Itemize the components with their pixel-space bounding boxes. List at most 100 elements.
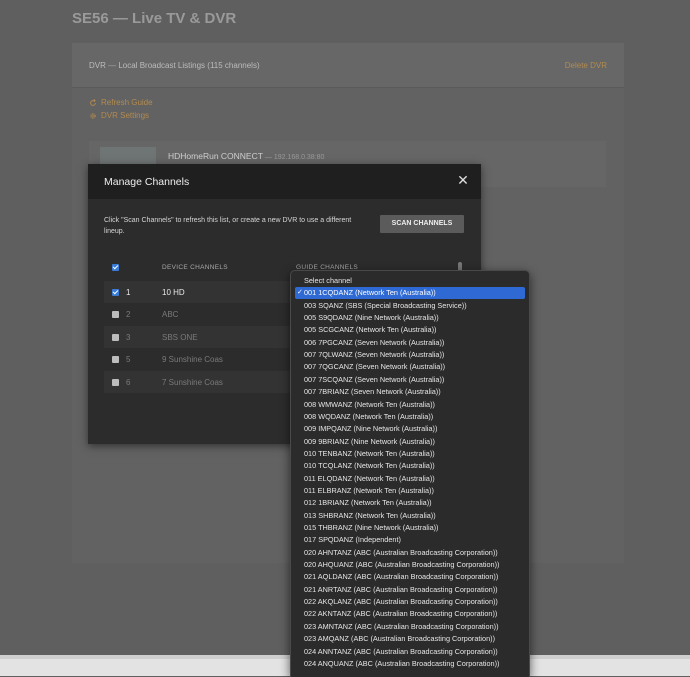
- device-name: HDHomeRun CONNECT — 192.168.0.38:80: [168, 151, 324, 161]
- channel-checkbox[interactable]: [112, 289, 119, 296]
- channel-number: 5: [126, 355, 131, 364]
- dropdown-option[interactable]: 020 AHNTANZ (ABC (Australian Broadcastin…: [295, 547, 525, 559]
- refresh-guide-link[interactable]: Refresh Guide: [89, 98, 153, 107]
- dropdown-option[interactable]: 023 AMNTANZ (ABC (Australian Broadcastin…: [295, 621, 525, 633]
- channel-checkbox[interactable]: [112, 379, 119, 386]
- dropdown-option-label: 007 7SCQANZ (Seven Network (Australia)): [304, 374, 445, 384]
- dropdown-option-label: 012 1BRIANZ (Network Ten (Australia)): [304, 498, 432, 508]
- dropdown-option-label: 024 ANQUANZ (ABC (Australian Broadcastin…: [304, 658, 500, 668]
- modal-description: Click "Scan Channels" to refresh this li…: [104, 217, 352, 235]
- dropdown-option-label: 021 ANRTANZ (ABC (Australian Broadcastin…: [304, 584, 498, 594]
- dvr-header-title: DVR — Local Broadcast Listings (115 chan…: [89, 61, 260, 70]
- channel-checkbox[interactable]: [112, 356, 119, 363]
- dropdown-option[interactable]: 011 ELQDANZ (Network Ten (Australia)): [295, 473, 525, 485]
- gear-icon: [90, 112, 96, 119]
- dropdown-option-label: 020 AHQUANZ (ABC (Australian Broadcastin…: [304, 560, 500, 570]
- refresh-icon: [90, 98, 96, 106]
- dropdown-option[interactable]: 011 ELBRANZ (Network Ten (Australia)): [295, 485, 525, 497]
- device-channels-header: DEVICE CHANNELS: [162, 264, 228, 271]
- dropdown-option-label: 024 ANNTANZ (ABC (Australian Broadcastin…: [304, 646, 498, 656]
- dropdown-option[interactable]: 010 TCQLANZ (Network Ten (Australia)): [295, 460, 525, 472]
- dvr-settings-link[interactable]: DVR Settings: [89, 111, 149, 120]
- dropdown-option-label: 023 AMNTANZ (ABC (Australian Broadcastin…: [304, 621, 499, 631]
- dropdown-option[interactable]: 007 7BRIANZ (Seven Network (Australia)): [295, 386, 525, 398]
- select-all-checkbox[interactable]: [112, 264, 119, 271]
- channel-number: 2: [126, 310, 131, 319]
- dropdown-option-label: 022 AKNTANZ (ABC (Australian Broadcastin…: [304, 609, 498, 619]
- channel-name: ABC: [162, 310, 179, 319]
- device-separator: —: [262, 154, 274, 161]
- dropdown-option[interactable]: 022 AKQLANZ (ABC (Australian Broadcastin…: [295, 596, 525, 608]
- dropdown-option[interactable]: 015 THBRANZ (Nine Network (Australia)): [295, 522, 525, 534]
- channel-name: 7 Sunshine Coas: [162, 378, 223, 387]
- dropdown-option-label: 015 THBRANZ (Nine Network (Australia)): [304, 523, 439, 532]
- dropdown-option[interactable]: 007 7QGCANZ (Seven Network (Australia)): [295, 361, 525, 373]
- dropdown-option-label: 010 TCQLANZ (Network Ten (Australia)): [304, 461, 435, 471]
- dropdown-option[interactable]: 024 ANNTANZ (ABC (Australian Broadcastin…: [295, 646, 525, 658]
- dropdown-option-label: 022 AKQLANZ (ABC (Australian Broadcastin…: [304, 597, 498, 607]
- device-ip: 192.168.0.38:80: [273, 154, 325, 161]
- dropdown-option[interactable]: ✓ 001 1CQDANZ (Network Ten (Australia)): [295, 287, 525, 300]
- dropdown-option-label: 001 1CQDANZ (Network Ten (Australia)): [304, 288, 436, 298]
- dropdown-placeholder-option[interactable]: Select channel: [295, 275, 525, 287]
- dropdown-option[interactable]: 013 SHBRANZ (Network Ten (Australia)): [295, 510, 525, 522]
- dropdown-option-label: 009 IMPQANZ (Nine Network (Australia)): [304, 424, 438, 434]
- guide-channel-dropdown[interactable]: Select channel ✓ 001 1CQDANZ (Network Ten …: [290, 270, 530, 677]
- dropdown-option[interactable]: 007 7SCQANZ (Seven Network (Australia)): [295, 374, 525, 386]
- dropdown-option[interactable]: 010 TENBANZ (Network Ten (Australia)): [295, 448, 525, 460]
- delete-dvr-link[interactable]: Delete DVR: [565, 61, 607, 70]
- dvr-label: DVR: [89, 61, 106, 70]
- dropdown-option[interactable]: 024 ANQUANZ (ABC (Australian Broadcastin…: [295, 658, 525, 670]
- checkmark-icon: ✓: [297, 289, 303, 297]
- dropdown-option-label: 005 SCGCANZ (Network Ten (Australia)): [304, 325, 437, 335]
- dropdown-option-label: 005 S9QDANZ (Nine Network (Australia)): [304, 313, 439, 323]
- dvr-header: DVR — Local Broadcast Listings (115 chan…: [72, 43, 624, 88]
- dvr-settings-label: DVR Settings: [101, 111, 150, 120]
- dropdown-option-label: 020 AHNTANZ (ABC (Australian Broadcastin…: [304, 547, 498, 557]
- dropdown-option-label: 009 9BRIANZ (Nine Network (Australia)): [304, 436, 435, 446]
- channel-name: 10 HD: [162, 288, 185, 297]
- dropdown-option[interactable]: 008 WMWANZ (Network Ten (Australia)): [295, 399, 525, 411]
- dropdown-option-label: 007 7QLWANZ (Seven Network (Australia)): [304, 350, 445, 360]
- dropdown-option[interactable]: 005 S9QDANZ (Nine Network (Australia)): [295, 312, 525, 324]
- dropdown-option-label: 021 AQLDANZ (ABC (Australian Broadcastin…: [304, 572, 499, 582]
- dropdown-option-label: 003 SQANZ (SBS (Special Broadcasting Ser…: [304, 300, 467, 310]
- modal-header: Manage Channels ✕: [88, 164, 481, 199]
- channel-name: 9 Sunshine Coas: [162, 355, 223, 364]
- channel-number: 6: [126, 378, 131, 387]
- channel-number: 1: [126, 288, 131, 297]
- scan-channels-button[interactable]: SCAN CHANNELS: [380, 215, 464, 233]
- channel-checkbox[interactable]: [112, 311, 119, 318]
- close-icon[interactable]: ✕: [455, 172, 471, 188]
- dropdown-option[interactable]: 008 WQDANZ (Network Ten (Australia)): [295, 411, 525, 423]
- dropdown-option[interactable]: 021 ANRTANZ (ABC (Australian Broadcastin…: [295, 584, 525, 596]
- dropdown-option-label: 013 SHBRANZ (Network Ten (Australia)): [304, 510, 436, 520]
- dropdown-option[interactable]: 021 AQLDANZ (ABC (Australian Broadcastin…: [295, 571, 525, 583]
- refresh-guide-label: Refresh Guide: [101, 98, 153, 107]
- dropdown-option[interactable]: 020 AHQUANZ (ABC (Australian Broadcastin…: [295, 559, 525, 571]
- dropdown-option[interactable]: 023 AMQANZ (ABC (Australian Broadcasting…: [295, 633, 525, 645]
- dropdown-option-label: 007 7BRIANZ (Seven Network (Australia)): [304, 387, 441, 397]
- dropdown-option[interactable]: 006 7PGCANZ (Seven Network (Australia)): [295, 337, 525, 349]
- dropdown-option-label: 011 ELBRANZ (Network Ten (Australia)): [304, 485, 434, 495]
- dropdown-option[interactable]: 022 AKNTANZ (ABC (Australian Broadcastin…: [295, 608, 525, 620]
- dvr-header-separator: —: [105, 61, 119, 70]
- dropdown-option-label: 023 AMQANZ (ABC (Australian Broadcasting…: [304, 634, 496, 644]
- dropdown-option[interactable]: 009 9BRIANZ (Nine Network (Australia)): [295, 436, 525, 448]
- modal-title: Manage Channels: [104, 176, 190, 188]
- dropdown-option-label: 008 WMWANZ (Network Ten (Australia)): [304, 399, 435, 409]
- page-title: SE56 — Live TV & DVR: [72, 10, 237, 27]
- dropdown-option[interactable]: 017 SPQDANZ (Independent): [295, 534, 525, 546]
- dropdown-option-label: 017 SPQDANZ (Independent): [304, 535, 401, 545]
- dropdown-option[interactable]: 012 1BRIANZ (Network Ten (Australia)): [295, 497, 525, 509]
- channel-number: 3: [126, 333, 131, 342]
- dropdown-option[interactable]: 005 SCGCANZ (Network Ten (Australia)): [295, 324, 525, 336]
- device-name-label: HDHomeRun CONNECT: [168, 151, 263, 161]
- dropdown-option[interactable]: 003 SQANZ (SBS (Special Broadcasting Ser…: [295, 300, 525, 312]
- dvr-listing-label: Local Broadcast Listings (115 channels): [118, 61, 260, 70]
- dropdown-option-label: 007 7QGCANZ (Seven Network (Australia)): [304, 362, 446, 372]
- dropdown-option-label: Select channel: [304, 276, 352, 285]
- dropdown-option[interactable]: 009 IMPQANZ (Nine Network (Australia)): [295, 423, 525, 435]
- channel-checkbox[interactable]: [112, 334, 119, 341]
- dropdown-option[interactable]: 007 7QLWANZ (Seven Network (Australia)): [295, 349, 525, 361]
